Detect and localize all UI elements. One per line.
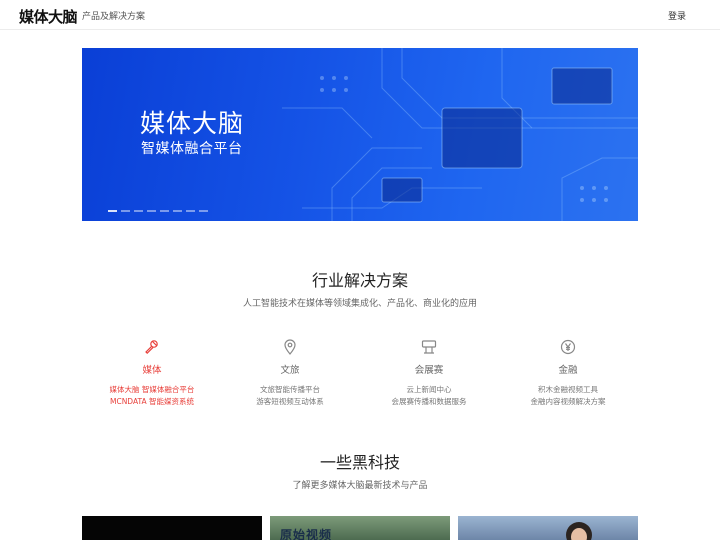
yen-coin-icon: [560, 339, 576, 355]
video-overlay-text: 原始视频: [280, 528, 333, 540]
login-link[interactable]: 登录: [668, 9, 686, 22]
microphone-icon: [145, 340, 158, 355]
carousel-indicators: [108, 210, 208, 212]
carousel-dot[interactable]: [173, 210, 182, 212]
solutions-subtitle: 人工智能技术在媒体等领域集成化、产品化、商业化的应用: [242, 299, 477, 309]
tab-exhibitions-events[interactable]: 会展赛: [359, 338, 499, 376]
top-navigation-bar: 媒体大脑 产品及解决方案 登录: [0, 0, 720, 30]
podium-icon: [421, 340, 437, 354]
banner-title: 媒体大脑: [140, 109, 245, 138]
carousel-dot[interactable]: [186, 210, 195, 212]
tab-finance[interactable]: 金融: [498, 338, 638, 376]
site-logo[interactable]: 媒体大脑: [19, 6, 78, 27]
tech-subtitle: 了解更多媒体大脑最新技术与产品: [292, 481, 428, 491]
tab-culture-tourism-label: 文旅: [280, 365, 300, 376]
hero-banner[interactable]: 媒体大脑 智媒体融合平台: [82, 48, 638, 221]
tab-exhibitions-events-label: 会展赛: [414, 365, 444, 376]
banner-subtitle: 智媒体融合平台: [141, 141, 243, 157]
carousel-dot[interactable]: [121, 210, 130, 212]
carousel-dot[interactable]: [199, 210, 208, 212]
media-solutions-list: 媒体大脑 智媒体融合平台 MCNDATA 智能媒资系统: [77, 384, 227, 408]
tab-finance-label: 金融: [558, 365, 578, 376]
carousel-dot[interactable]: [147, 210, 156, 212]
exhibitions-events-solutions-list: 云上新闻中心 会展赛传播和数据服务: [354, 384, 504, 408]
location-pin-icon: [284, 339, 296, 355]
video-thumbnail[interactable]: [458, 516, 638, 540]
tab-media-label: 媒体: [142, 365, 162, 376]
tab-media[interactable]: 媒体: [82, 338, 222, 376]
presenter-face: [571, 528, 587, 540]
solution-link[interactable]: 会展赛传播和数据服务: [354, 396, 504, 408]
solution-link[interactable]: 媒体大脑 智媒体融合平台: [77, 384, 227, 396]
carousel-dot[interactable]: [160, 210, 169, 212]
video-thumbnail[interactable]: 原始视频: [270, 516, 450, 540]
solution-link[interactable]: 游客短视频互动体系: [215, 396, 365, 408]
tech-title: 一些黑科技: [319, 453, 400, 472]
culture-tourism-solutions-list: 文旅智能传播平台 游客短视频互动体系: [215, 384, 365, 408]
carousel-dot[interactable]: [134, 210, 143, 212]
solution-link[interactable]: 金融内容视频解决方案: [493, 396, 643, 408]
solution-link[interactable]: 云上新闻中心: [354, 384, 504, 396]
carousel-dot[interactable]: [108, 210, 117, 212]
nav-products-solutions[interactable]: 产品及解决方案: [82, 9, 145, 22]
tab-culture-tourism[interactable]: 文旅: [220, 338, 360, 376]
finance-solutions-list: 积木金融视频工具 金融内容视频解决方案: [493, 384, 643, 408]
solution-link[interactable]: 文旅智能传播平台: [215, 384, 365, 396]
solution-link[interactable]: 积木金融视频工具: [493, 384, 643, 396]
video-thumbnail[interactable]: [82, 516, 262, 540]
solution-link[interactable]: MCNDATA 智能媒资系统: [77, 396, 227, 408]
solutions-title: 行业解决方案: [311, 271, 408, 290]
